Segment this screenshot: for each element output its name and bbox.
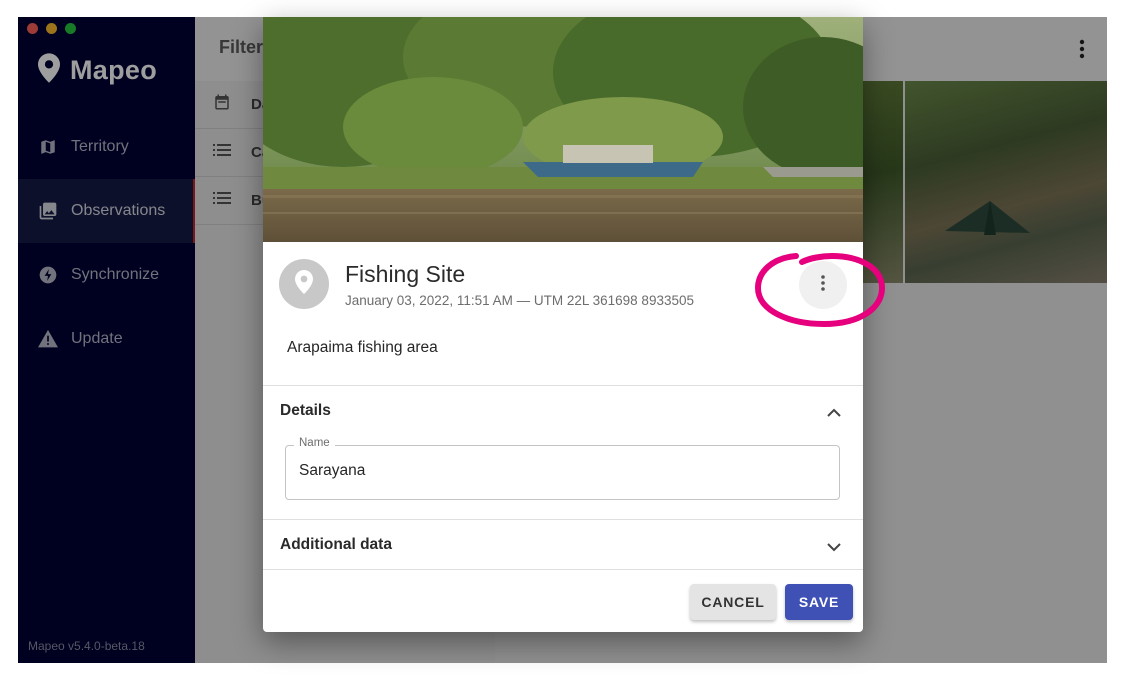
observation-description: Arapaima fishing area (287, 339, 438, 356)
additional-data-section[interactable]: Additional data (263, 519, 863, 570)
save-button[interactable]: SAVE (785, 584, 853, 620)
observation-header: Fishing Site January 03, 2022, 11:51 AM … (263, 242, 863, 342)
dialog-actions: CANCEL SAVE (263, 569, 863, 632)
more-vert-icon (820, 274, 826, 297)
observation-subtitle: January 03, 2022, 11:51 AM — UTM 22L 361… (345, 293, 694, 308)
observation-menu-button[interactable] (799, 261, 847, 309)
name-field[interactable]: Name (285, 437, 840, 500)
avatar (279, 259, 329, 309)
cancel-button[interactable]: CANCEL (690, 584, 776, 620)
location-pin-icon (295, 269, 313, 299)
observation-dialog: Fishing Site January 03, 2022, 11:51 AM … (263, 17, 863, 632)
name-field-label: Name (294, 437, 335, 449)
name-input[interactable] (299, 462, 819, 480)
observation-title: Fishing Site (345, 261, 466, 287)
chevron-down-icon[interactable] (827, 539, 841, 557)
details-title[interactable]: Details (280, 402, 331, 420)
observation-photo (263, 17, 863, 242)
additional-data-title: Additional data (280, 536, 392, 553)
chevron-up-icon[interactable] (827, 404, 841, 422)
